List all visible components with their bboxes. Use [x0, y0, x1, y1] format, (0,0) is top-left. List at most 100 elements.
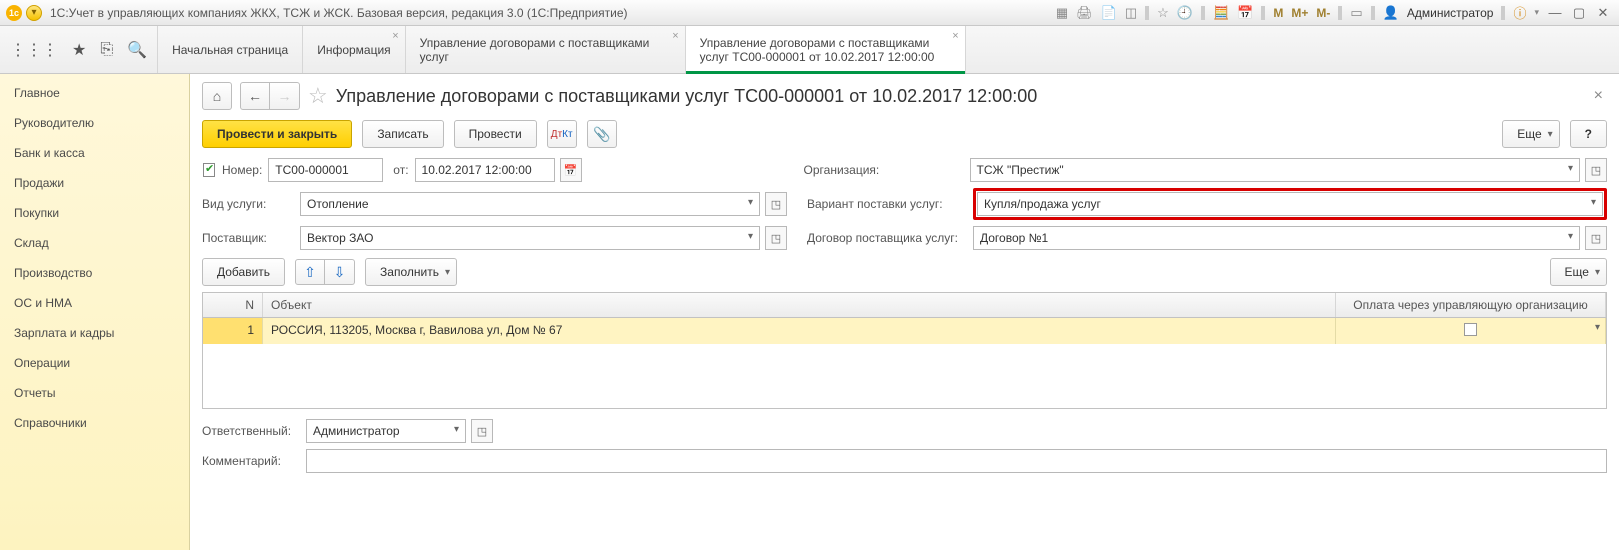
sidebar-item-operations[interactable]: Операции	[0, 348, 189, 378]
table-row[interactable]: 1 РОССИЯ, 113205, Москва г, Вавилова ул,…	[203, 318, 1606, 344]
main-area: ⌂ ← → ☆ Управление договорами с поставщи…	[190, 74, 1619, 550]
table-empty-area	[203, 344, 1606, 408]
info-dropdown[interactable]: ▾	[1532, 7, 1541, 18]
variant-select[interactable]: Купля/продажа услуг	[977, 192, 1603, 216]
sidebar-item-assets[interactable]: ОС и НМА	[0, 288, 189, 318]
sidebar-item-stock[interactable]: Склад	[0, 228, 189, 258]
post-and-close-button[interactable]: Провести и закрыть	[202, 120, 352, 148]
responsible-label: Ответственный:	[202, 424, 300, 438]
mail-icon[interactable]: ▭	[1348, 5, 1364, 21]
contract-label: Договор поставщика услуг:	[807, 231, 967, 245]
zoom-m[interactable]: M	[1271, 6, 1285, 20]
tab-close-icon[interactable]: ×	[392, 30, 398, 42]
sidebar-item-hr[interactable]: Зарплата и кадры	[0, 318, 189, 348]
responsible-select[interactable]: Администратор	[306, 419, 466, 443]
grid-icon[interactable]: ▦	[1054, 5, 1070, 21]
variant-label: Вариант поставки услуг:	[807, 197, 967, 211]
app-menu-dropdown[interactable]: ▾	[26, 5, 42, 21]
contract-select[interactable]: Договор №1	[973, 226, 1580, 250]
calendar-icon[interactable]: 📅	[1235, 5, 1255, 21]
attach-button[interactable]: 📎	[587, 120, 617, 148]
date-label: от:	[393, 163, 408, 177]
number-label: Номер:	[222, 163, 262, 177]
col-object[interactable]: Объект	[263, 293, 1336, 317]
checkbox-icon[interactable]	[1464, 323, 1477, 336]
fill-button[interactable]: Заполнить	[365, 258, 457, 286]
maximize-button[interactable]: ▢	[1569, 5, 1589, 21]
sidebar-item-bank[interactable]: Банк и касса	[0, 138, 189, 168]
sidebar-item-manager[interactable]: Руководителю	[0, 108, 189, 138]
calendar-picker[interactable]: 📅	[560, 158, 582, 182]
sidebar-item-main[interactable]: Главное	[0, 78, 189, 108]
page-close-button[interactable]: ×	[1590, 87, 1607, 105]
write-button[interactable]: Записать	[362, 120, 443, 148]
sidebar-item-sales[interactable]: Продажи	[0, 168, 189, 198]
service-open-button[interactable]: ◳	[765, 192, 787, 216]
move-up-button[interactable]: ⇧	[295, 259, 325, 285]
page-title: Управление договорами с поставщиками усл…	[336, 86, 1582, 107]
contract-open-button[interactable]: ◳	[1585, 226, 1607, 250]
help-button[interactable]: ?	[1570, 120, 1607, 148]
cell-n: 1	[203, 318, 263, 344]
sidebar-item-purchases[interactable]: Покупки	[0, 198, 189, 228]
supplier-select[interactable]: Вектор ЗАО	[300, 226, 760, 250]
print-icon[interactable]: 🖨	[1074, 5, 1095, 21]
history-icon[interactable]: 🕘	[1175, 5, 1195, 21]
sidebar-item-reports[interactable]: Отчеты	[0, 378, 189, 408]
service-select[interactable]: Отопление	[300, 192, 760, 216]
org-open-button[interactable]: ◳	[1585, 158, 1607, 182]
minimize-button[interactable]: —	[1545, 5, 1565, 20]
titlebar-tools: ▦ 🖨 📄 ◫ ☆ 🕘 🧮 📅 M M+ M- ▭ 👤 Администрато…	[1054, 3, 1613, 22]
comment-input[interactable]	[306, 449, 1607, 473]
tab-contracts-list[interactable]: Управление договорами с поставщиками усл…	[406, 26, 686, 73]
apps-icon[interactable]: ⋮⋮⋮	[10, 40, 58, 60]
tab-close-icon[interactable]: ×	[672, 30, 678, 42]
user-name[interactable]: Администратор	[1405, 6, 1496, 20]
info-icon[interactable]: ⓘ	[1511, 3, 1528, 22]
favorite-toggle[interactable]: ☆	[308, 83, 328, 109]
number-input[interactable]: ТС00-000001	[268, 158, 383, 182]
org-select[interactable]: ТСЖ "Престиж"	[970, 158, 1580, 182]
tab-start[interactable]: Начальная страница	[158, 26, 303, 73]
calc-icon[interactable]: 🧮	[1211, 5, 1231, 21]
zoom-m-minus[interactable]: M-	[1314, 6, 1332, 20]
cell-object: РОССИЯ, 113205, Москва г, Вавилова ул, Д…	[263, 318, 1336, 344]
back-button[interactable]: ←	[240, 82, 270, 110]
close-button[interactable]: ✕	[1593, 5, 1613, 21]
col-n[interactable]: N	[203, 293, 263, 317]
date-input[interactable]: 10.02.2017 12:00:00	[415, 158, 555, 182]
tab-bar: ⋮⋮⋮ ★ ⎘ 🔍 Начальная страница Информация×…	[0, 26, 1619, 74]
tab-close-icon[interactable]: ×	[952, 30, 958, 42]
user-icon: 👤	[1381, 5, 1401, 21]
favorites-icon[interactable]: ★	[72, 40, 86, 60]
cell-payment[interactable]	[1336, 318, 1606, 344]
post-button[interactable]: Провести	[454, 120, 537, 148]
comment-label: Комментарий:	[202, 454, 300, 468]
sidebar-item-directories[interactable]: Справочники	[0, 408, 189, 438]
search-icon[interactable]: 🔍	[127, 40, 147, 60]
tabbar-tools: ⋮⋮⋮ ★ ⎘ 🔍	[0, 26, 158, 73]
clipboard-icon[interactable]: ⎘	[100, 41, 113, 59]
tab-info[interactable]: Информация×	[303, 26, 405, 73]
sidebar-item-production[interactable]: Производство	[0, 258, 189, 288]
supplier-open-button[interactable]: ◳	[765, 226, 787, 250]
compare-icon[interactable]: ◫	[1123, 5, 1139, 21]
add-row-button[interactable]: Добавить	[202, 258, 285, 286]
objects-table: N Объект Оплата через управляющую органи…	[202, 292, 1607, 409]
star-icon[interactable]: ☆	[1155, 5, 1171, 21]
zoom-m-plus[interactable]: M+	[1289, 6, 1310, 20]
col-payment[interactable]: Оплата через управляющую организацию	[1336, 293, 1606, 317]
sidebar: Главное Руководителю Банк и касса Продаж…	[0, 74, 190, 550]
forward-button[interactable]: →	[270, 82, 300, 110]
posted-icon	[202, 163, 216, 177]
dt-kt-button[interactable]: ДтКт	[547, 120, 577, 148]
home-button[interactable]: ⌂	[202, 82, 232, 110]
window-title: 1С:Учет в управляющих компаниях ЖКХ, ТСЖ…	[50, 6, 1054, 20]
move-down-button[interactable]: ⇩	[325, 259, 355, 285]
table-more-button[interactable]: Еще	[1550, 258, 1607, 286]
responsible-open-button[interactable]: ◳	[471, 419, 493, 443]
doc-icon[interactable]: 📄	[1099, 5, 1119, 21]
tab-contract-item[interactable]: Управление договорами с поставщиками усл…	[686, 26, 966, 73]
service-label: Вид услуги:	[202, 197, 294, 211]
more-button[interactable]: Еще	[1502, 120, 1559, 148]
